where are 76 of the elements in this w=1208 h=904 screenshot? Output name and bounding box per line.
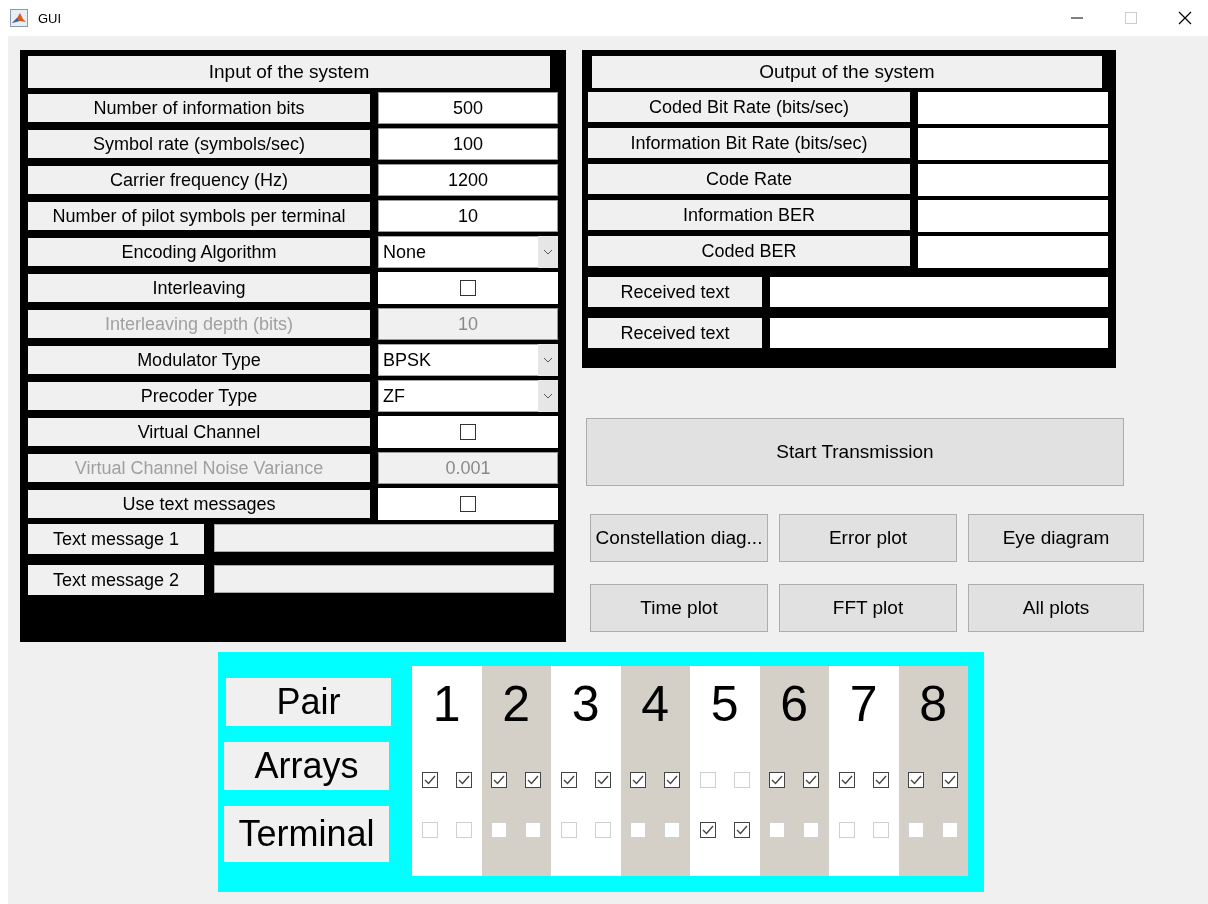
checkbox[interactable] [594, 772, 611, 788]
field-label: Number of pilot symbols per terminal [28, 202, 370, 230]
checkbox[interactable] [455, 772, 472, 788]
maximize-icon [1124, 11, 1138, 25]
pair-number: 2 [502, 675, 531, 734]
field-label: Interleaving depth (bits) [28, 310, 370, 338]
pair-number: 7 [849, 675, 878, 734]
row-label: Terminal [224, 806, 389, 862]
dropdown[interactable]: ZF [378, 380, 558, 412]
app-icon [10, 9, 28, 27]
checkbox[interactable] [491, 772, 508, 788]
field-label: Symbol rate (symbols/sec) [28, 130, 370, 158]
input-field[interactable]: 100 [378, 128, 558, 160]
plot-button[interactable]: Constellation diag... [590, 514, 768, 562]
panel-title: Input of the system [28, 56, 550, 88]
row-label: Pair [226, 678, 391, 726]
field-label: Precoder Type [28, 382, 370, 410]
input-field[interactable]: 10 [378, 200, 558, 232]
checkbox[interactable] [803, 772, 820, 788]
field-label: Code Rate [588, 164, 910, 194]
pair-number: 4 [641, 675, 670, 734]
pair-number: 8 [919, 675, 948, 734]
field-label: Received text [588, 277, 762, 307]
row-label: Arrays [224, 742, 389, 790]
field-label: Text message 1 [28, 524, 204, 554]
checkbox[interactable] [769, 772, 786, 788]
pair-number: 5 [710, 675, 739, 734]
checkbox[interactable] [664, 772, 681, 788]
field-label: Received text [588, 318, 762, 348]
field-label: Text message 2 [28, 565, 204, 595]
field-label: Information BER [588, 200, 910, 230]
checkbox[interactable] [733, 822, 750, 838]
field-label: Use text messages [28, 490, 370, 518]
checkbox[interactable] [421, 772, 438, 788]
pair-number: 6 [780, 675, 809, 734]
field-label: Virtual Channel Noise Variance [28, 454, 370, 482]
checkbox[interactable] [699, 822, 716, 838]
pair-number: 1 [432, 675, 461, 734]
input-field[interactable] [214, 524, 554, 552]
field-label: Carrier frequency (Hz) [28, 166, 370, 194]
field-label: Interleaving [28, 274, 370, 302]
start-button[interactable]: Start Transmission [586, 418, 1124, 486]
input-field[interactable]: 500 [378, 92, 558, 124]
dropdown[interactable]: None [378, 236, 558, 268]
plot-button[interactable]: All plots [968, 584, 1144, 632]
plot-button[interactable]: FFT plot [779, 584, 957, 632]
checkbox[interactable] [460, 496, 476, 512]
field-label: Modulator Type [28, 346, 370, 374]
checkbox[interactable] [460, 280, 476, 296]
window-title: GUI [38, 10, 62, 26]
field-label: Number of information bits [28, 94, 370, 122]
caret-icon [543, 393, 553, 399]
checkbox[interactable] [908, 772, 925, 788]
field-label: Coded Bit Rate (bits/sec) [588, 92, 910, 122]
checkbox[interactable] [460, 424, 476, 440]
field-label: Coded BER [588, 236, 910, 266]
pair-number: 3 [571, 675, 600, 734]
caret-icon [543, 357, 553, 363]
caret-icon [543, 249, 553, 255]
plot-button[interactable]: Eye diagram [968, 514, 1144, 562]
dropdown[interactable]: BPSK [378, 344, 558, 376]
panel-title: Output of the system [592, 56, 1102, 88]
checkbox[interactable] [838, 772, 855, 788]
checkbox[interactable] [560, 772, 577, 788]
plot-button[interactable]: Error plot [779, 514, 957, 562]
checkbox[interactable] [630, 772, 647, 788]
input-field[interactable]: 1200 [378, 164, 558, 196]
plot-button[interactable]: Time plot [590, 584, 768, 632]
input-field[interactable] [214, 565, 554, 593]
field-label: Encoding Algorithm [28, 238, 370, 266]
checkbox[interactable] [942, 772, 959, 788]
field-label: Virtual Channel [28, 418, 370, 446]
checkbox[interactable] [872, 772, 889, 788]
field-label: Information Bit Rate (bits/sec) [588, 128, 910, 158]
close-icon[interactable] [1178, 11, 1192, 25]
checkbox[interactable] [525, 772, 542, 788]
